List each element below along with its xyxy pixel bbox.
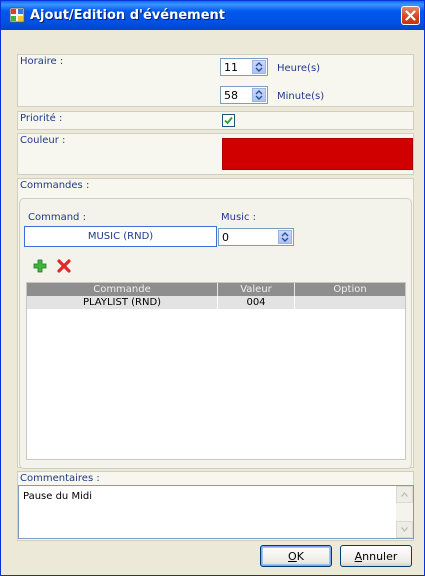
hour-unit: Heure(s) bbox=[277, 63, 321, 74]
horaire-label: Horaire : bbox=[20, 56, 64, 67]
commands-table[interactable]: Commande Valeur Option PLAYLIST (RND) 00… bbox=[26, 282, 406, 460]
spin-arrows-icon bbox=[255, 90, 263, 100]
spin-arrows-icon bbox=[281, 232, 289, 242]
scroll-down-button[interactable] bbox=[396, 521, 413, 538]
cell-valeur: 004 bbox=[218, 296, 295, 309]
cell-commande: PLAYLIST (RND) bbox=[27, 296, 218, 309]
cell-option bbox=[295, 296, 405, 309]
hour-spin-arrows[interactable] bbox=[252, 60, 266, 74]
cross-icon[interactable] bbox=[57, 259, 71, 273]
checkmark-icon bbox=[224, 116, 233, 125]
chevron-down-icon bbox=[401, 527, 408, 532]
app-icon bbox=[9, 7, 25, 23]
minute-value: 58 bbox=[224, 89, 238, 102]
scroll-up-button[interactable] bbox=[396, 486, 413, 503]
ok-button[interactable]: OK bbox=[260, 545, 332, 567]
command-select-value: MUSIC (RND) bbox=[87, 231, 154, 242]
comment-scrollbar[interactable] bbox=[396, 486, 413, 538]
couleur-label: Couleur : bbox=[20, 135, 66, 146]
commentaires-label: Commentaires : bbox=[20, 473, 100, 484]
music-spin-arrows[interactable] bbox=[278, 230, 292, 244]
command-label: Command : bbox=[28, 212, 86, 223]
table-row[interactable]: PLAYLIST (RND) 004 bbox=[27, 296, 405, 309]
title-bar[interactable]: Ajout/Edition d'événement bbox=[1, 1, 424, 30]
minute-unit: Minute(s) bbox=[277, 91, 325, 102]
color-swatch[interactable] bbox=[222, 138, 413, 170]
window-title: Ajout/Edition d'événement bbox=[30, 8, 225, 23]
music-value: 0 bbox=[222, 231, 229, 244]
priorite-checkbox[interactable] bbox=[222, 114, 235, 127]
dialog-window: Ajout/Edition d'événement Horaire : 11 H… bbox=[0, 0, 425, 576]
minute-spinner[interactable]: 58 bbox=[220, 86, 268, 104]
close-button[interactable] bbox=[401, 6, 420, 25]
close-icon bbox=[405, 10, 416, 21]
priorite-section: Priorité : bbox=[17, 111, 414, 130]
table-header: Commande Valeur Option bbox=[27, 283, 405, 296]
comment-textarea[interactable]: Pause du Midi bbox=[18, 485, 414, 539]
hour-value: 11 bbox=[224, 61, 238, 74]
chevron-up-icon bbox=[401, 492, 408, 497]
ok-button-mnemonic: O bbox=[288, 549, 297, 563]
music-spinner[interactable]: 0 bbox=[218, 228, 294, 246]
column-header-valeur[interactable]: Valeur bbox=[218, 283, 295, 296]
hour-spinner[interactable]: 11 bbox=[220, 58, 268, 76]
music-label: Music : bbox=[221, 212, 256, 223]
command-select[interactable]: MUSIC (RND) bbox=[24, 226, 217, 247]
cancel-button-mnemonic: A bbox=[354, 549, 363, 563]
column-header-option[interactable]: Option bbox=[295, 283, 405, 296]
cancel-button[interactable]: Annuler bbox=[340, 545, 412, 567]
column-header-commande[interactable]: Commande bbox=[27, 283, 218, 296]
minute-spin-arrows[interactable] bbox=[252, 88, 266, 102]
comment-text: Pause du Midi bbox=[23, 491, 92, 502]
cancel-button-label: nnuler bbox=[362, 549, 398, 563]
spin-arrows-icon bbox=[255, 62, 263, 72]
ok-button-label: K bbox=[296, 549, 304, 563]
commandes-label: Commandes : bbox=[20, 180, 90, 191]
plus-icon[interactable] bbox=[33, 259, 47, 273]
priorite-label: Priorité : bbox=[20, 113, 63, 124]
horaire-section: Horaire : bbox=[17, 54, 414, 107]
